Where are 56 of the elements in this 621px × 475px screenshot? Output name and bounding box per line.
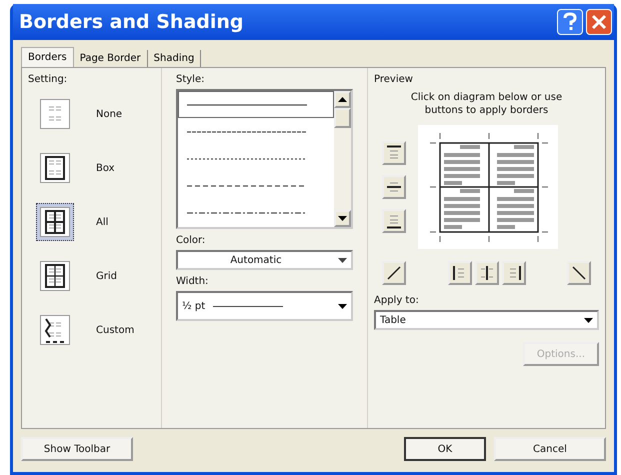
down-arrow-icon	[338, 216, 347, 221]
diagonal-up-border-button[interactable]	[382, 261, 406, 285]
preview-label: Preview	[374, 74, 414, 85]
line-sample-icon	[213, 304, 284, 308]
close-button[interactable]	[586, 9, 612, 35]
top-border-icon	[386, 145, 402, 161]
diagonal-up-border-icon	[386, 265, 402, 281]
setting-label: Custom	[96, 324, 134, 336]
right-border-button[interactable]	[502, 261, 526, 285]
top-border-button[interactable]	[382, 141, 406, 165]
diagonal-down-border-icon	[571, 265, 587, 281]
cancel-button[interactable]: Cancel	[494, 437, 606, 461]
color-dropdown[interactable]: Automatic	[176, 250, 353, 270]
apply-to-dropdown[interactable]: Table	[374, 310, 599, 330]
inside-vertical-border-icon	[478, 265, 494, 281]
color-label: Color:	[176, 235, 206, 246]
dropdown-arrow-icon	[338, 258, 347, 262]
bottom-border-button[interactable]	[382, 209, 406, 233]
table-preview-drawing[interactable]	[418, 125, 558, 249]
width-dropdown[interactable]: ½ pt	[176, 291, 353, 321]
dropdown-arrow-icon	[338, 304, 347, 308]
tab[interactable]: Borders	[21, 47, 74, 67]
up-arrow-icon	[338, 97, 347, 102]
line-sample-icon	[187, 102, 307, 107]
line-sample-icon	[187, 184, 307, 188]
style-list[interactable]	[176, 89, 353, 229]
style-label: Style:	[176, 74, 206, 85]
scroll-down-button[interactable]	[334, 210, 351, 227]
ok-button[interactable]: OK	[404, 437, 486, 461]
line-sample-icon	[187, 157, 307, 161]
setting-label: Grid	[96, 270, 117, 282]
close-icon	[590, 13, 608, 31]
line-sample-icon	[187, 211, 307, 216]
width-label: Width:	[176, 276, 210, 287]
bottom-border-icon	[386, 213, 402, 229]
setting-label: Setting:	[28, 74, 68, 85]
window-title: Borders and Shading	[19, 11, 245, 33]
setting-all-icon[interactable]	[36, 203, 74, 241]
help-button[interactable]	[557, 9, 583, 35]
scrollbar[interactable]	[334, 91, 351, 227]
diagonal-down-border-button[interactable]	[567, 261, 591, 285]
apply-to-label: Apply to:	[374, 295, 420, 306]
scroll-up-button[interactable]	[334, 91, 351, 108]
inside-vertical-border-button[interactable]	[474, 261, 498, 285]
scrollbar-thumb[interactable]	[334, 108, 351, 128]
dropdown-arrow-icon	[584, 318, 593, 322]
setting-label: Box	[96, 162, 115, 174]
left-border-button[interactable]	[448, 261, 472, 285]
preview-hint: Click on diagram below or use buttons to apply borders	[410, 91, 564, 118]
question-mark-icon	[561, 12, 579, 32]
inside-horizontal-border-button[interactable]	[382, 175, 406, 199]
setting-label: All	[96, 216, 108, 228]
show-toolbar-button[interactable]: Show Toolbar	[21, 437, 133, 461]
line-sample-icon	[187, 130, 307, 134]
line-style-option[interactable]	[178, 91, 334, 118]
setting-label: None	[96, 108, 122, 120]
